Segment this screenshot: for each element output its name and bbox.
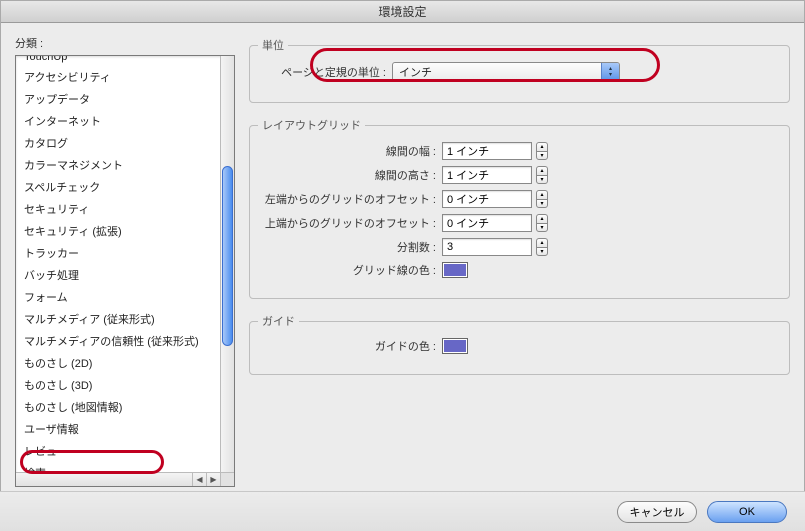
guide-color-swatch[interactable]	[442, 338, 468, 354]
category-list-item[interactable]: ものさし (3D)	[16, 374, 220, 396]
category-list-item[interactable]: バッチ処理	[16, 264, 220, 286]
list-scrollbar-horizontal[interactable]: ◀ ▶	[16, 472, 220, 486]
window-title: 環境設定	[1, 1, 804, 23]
step-down-icon[interactable]: ▾	[536, 175, 548, 184]
category-list-item[interactable]: インターネット	[16, 110, 220, 132]
category-list-item[interactable]: セキュリティ (拡張)	[16, 220, 220, 242]
grid-offset-top-stepper[interactable]: ▴▾	[536, 214, 548, 232]
category-list-item[interactable]: TouchUp	[16, 55, 220, 66]
category-label: 分類 :	[15, 35, 235, 51]
grid-width-input[interactable]	[442, 142, 532, 160]
category-list-item[interactable]: マルチメディア (従来形式)	[16, 308, 220, 330]
scroll-left-icon[interactable]: ◀	[192, 473, 206, 487]
category-list-item[interactable]: スペルチェック	[16, 176, 220, 198]
grid-offset-left-stepper[interactable]: ▴▾	[536, 190, 548, 208]
category-list-item[interactable]: カタログ	[16, 132, 220, 154]
category-list-item[interactable]: アップデータ	[16, 88, 220, 110]
category-list[interactable]: TouchUpアクセシビリティアップデータインターネットカタログカラーマネジメン…	[15, 55, 235, 487]
step-down-icon[interactable]: ▾	[536, 151, 548, 160]
scroll-right-icon[interactable]: ▶	[206, 473, 220, 487]
grid-height-label: 線間の高さ :	[262, 167, 442, 183]
scroll-corner	[220, 472, 234, 486]
layout-grid-legend: レイアウトグリッド	[258, 117, 365, 133]
category-list-item[interactable]: ものさし (地図情報)	[16, 396, 220, 418]
cancel-button[interactable]: キャンセル	[617, 501, 697, 523]
units-legend: 単位	[258, 37, 288, 53]
category-list-item[interactable]: マルチメディアの信頼性 (従来形式)	[16, 330, 220, 352]
step-down-icon[interactable]: ▾	[536, 247, 548, 256]
category-list-item[interactable]: セキュリティ	[16, 198, 220, 220]
guides-group: ガイド ガイドの色 :	[249, 321, 790, 375]
step-up-icon[interactable]: ▴	[536, 214, 548, 223]
grid-height-input[interactable]	[442, 166, 532, 184]
guides-legend: ガイド	[258, 313, 299, 329]
ok-button[interactable]: OK	[707, 501, 787, 523]
step-up-icon[interactable]: ▴	[536, 190, 548, 199]
category-list-item[interactable]: フォーム	[16, 286, 220, 308]
grid-offset-left-label: 左端からのグリッドのオフセット :	[262, 191, 442, 207]
grid-width-label: 線間の幅 :	[262, 143, 442, 159]
step-down-icon[interactable]: ▾	[536, 199, 548, 208]
category-list-item[interactable]: トラッカー	[16, 242, 220, 264]
grid-color-label: グリッド線の色 :	[262, 262, 442, 278]
scroll-thumb[interactable]	[222, 166, 233, 346]
category-list-item[interactable]: レビュー	[16, 440, 220, 462]
guide-color-label: ガイドの色 :	[262, 338, 442, 354]
dialog-footer: キャンセル OK	[0, 491, 805, 531]
units-group: 単位 ページと定規の単位 : インチ	[249, 45, 790, 103]
list-scrollbar-vertical[interactable]	[220, 56, 234, 472]
step-up-icon[interactable]: ▴	[536, 238, 548, 247]
grid-width-stepper[interactable]: ▴▾	[536, 142, 548, 160]
grid-divisions-label: 分割数 :	[262, 239, 442, 255]
layout-grid-group: レイアウトグリッド 線間の幅 : ▴▾ 線間の高さ : ▴▾ 左端からのグリッド…	[249, 125, 790, 299]
category-list-item[interactable]: ものさし (2D)	[16, 352, 220, 374]
step-down-icon[interactable]: ▾	[536, 223, 548, 232]
chevron-updown-icon[interactable]	[601, 63, 619, 81]
grid-offset-top-label: 上端からのグリッドのオフセット :	[262, 215, 442, 231]
grid-color-swatch[interactable]	[442, 262, 468, 278]
page-ruler-unit-label: ページと定規の単位 :	[262, 64, 392, 80]
step-up-icon[interactable]: ▴	[536, 142, 548, 151]
category-list-item[interactable]: ユーザ情報	[16, 418, 220, 440]
grid-height-stepper[interactable]: ▴▾	[536, 166, 548, 184]
category-list-item[interactable]: カラーマネジメント	[16, 154, 220, 176]
step-up-icon[interactable]: ▴	[536, 166, 548, 175]
grid-divisions-input[interactable]	[442, 238, 532, 256]
page-ruler-unit-value: インチ	[393, 64, 601, 80]
grid-divisions-stepper[interactable]: ▴▾	[536, 238, 548, 256]
page-ruler-unit-select[interactable]: インチ	[392, 62, 620, 82]
grid-offset-top-input[interactable]	[442, 214, 532, 232]
grid-offset-left-input[interactable]	[442, 190, 532, 208]
category-list-item[interactable]: アクセシビリティ	[16, 66, 220, 88]
